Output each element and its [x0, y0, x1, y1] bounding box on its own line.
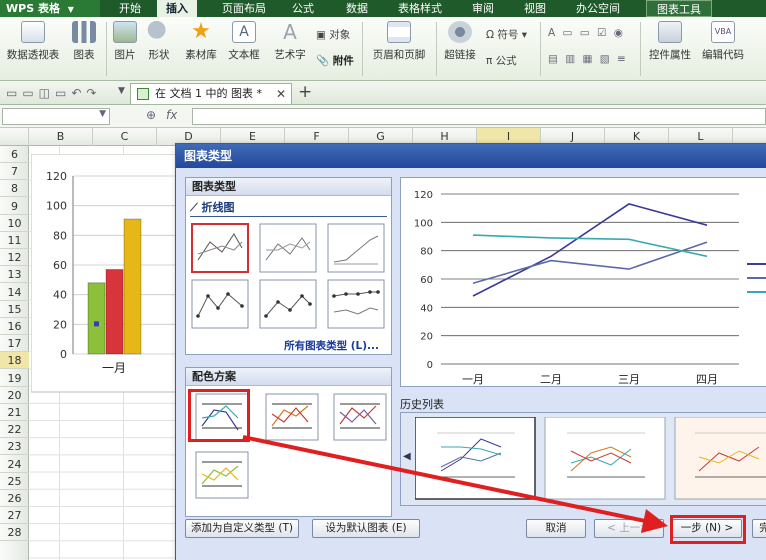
annotation-arrow — [242, 435, 668, 533]
